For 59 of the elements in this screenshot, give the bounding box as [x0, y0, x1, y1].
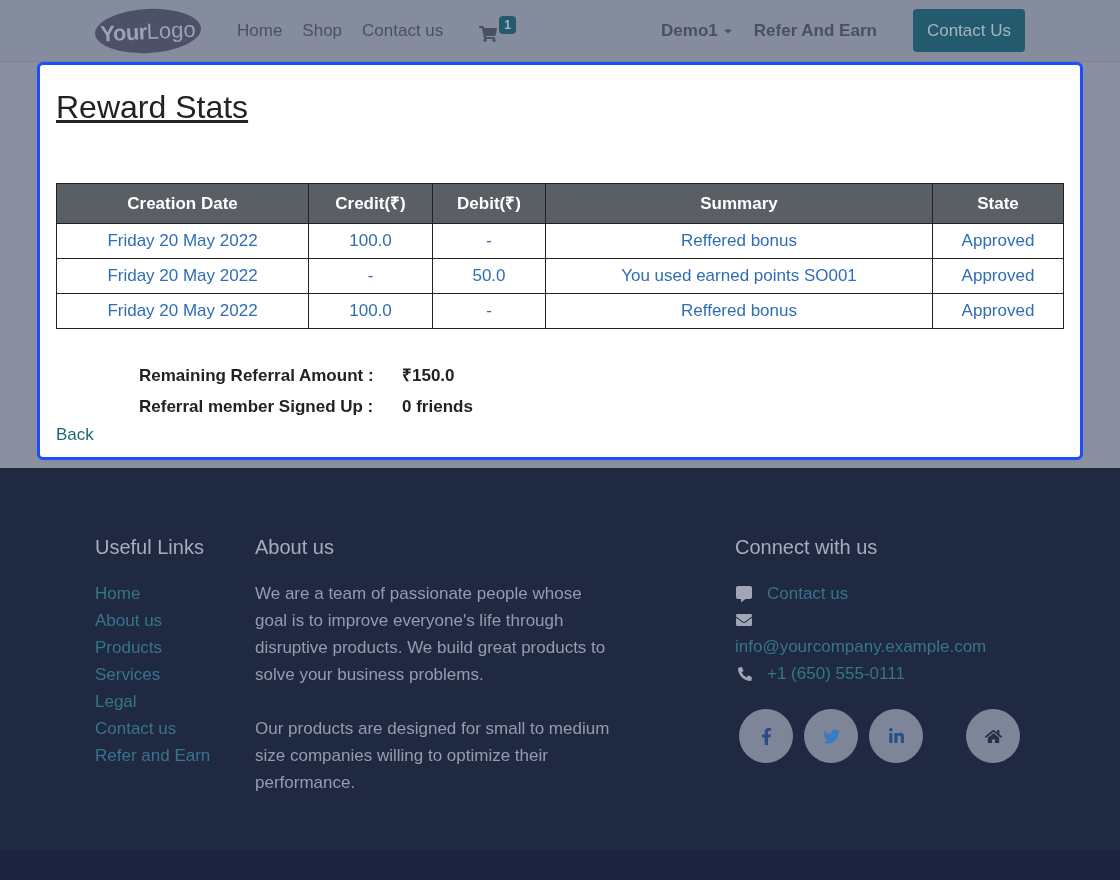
table-cell: Friday 20 May 2022 [56, 223, 309, 259]
column-header: Credit(₹) [308, 183, 433, 224]
column-header: State [932, 183, 1064, 224]
table-cell: 50.0 [432, 258, 546, 294]
table-cell: 100.0 [308, 293, 433, 329]
footer-link[interactable]: Home [95, 580, 255, 607]
footer-link[interactable]: Contact us [95, 715, 255, 742]
about-paragraph: We are a team of passionate people whose goal is to improve everyone's life through disruptive products. We build great products to solve your business problems. [255, 583, 607, 686]
table-cell: - [432, 293, 546, 329]
summary-value: ₹150.0 [402, 365, 455, 387]
table-cell: Approved [932, 258, 1064, 294]
table-cell: You used earned points SO001 [545, 258, 933, 294]
dialog-title: Reward Stats [56, 88, 250, 127]
summary-label: Remaining Referral Amount : [139, 365, 375, 387]
column-header: Creation Date [56, 183, 309, 224]
phone-link[interactable]: +1 (650) 555-0111 [767, 660, 905, 687]
back-link[interactable]: Back [56, 422, 94, 448]
table-cell: Friday 20 May 2022 [56, 258, 309, 294]
summary-label: Referral member Signed Up : [139, 395, 375, 418]
social-button[interactable] [804, 709, 858, 763]
phone-icon [738, 666, 752, 681]
column-header: Summary [545, 183, 933, 224]
nav-link[interactable]: Home [237, 17, 283, 44]
social-button[interactable] [869, 709, 923, 763]
column-header: Debit(₹) [432, 183, 546, 224]
table-cell: Approved [932, 293, 1064, 329]
table-cell: - [432, 223, 546, 259]
contact-button[interactable]: Contact Us [912, 9, 1025, 52]
summary-value: 0 friends [402, 395, 473, 418]
social-button[interactable] [966, 709, 1020, 763]
footer-heading: Connect with us [735, 535, 879, 560]
table-cell: Approved [932, 223, 1064, 259]
cart-count-badge: 1 [499, 15, 516, 34]
table-cell: Reffered bonus [545, 223, 933, 259]
footer-heading: Useful Links [95, 535, 205, 560]
footer-heading: About us [255, 535, 335, 560]
contact-link[interactable]: Contact us [767, 580, 849, 607]
social-button[interactable] [739, 709, 793, 763]
user-menu[interactable]: Demo1 [661, 17, 734, 44]
refer-link[interactable]: Refer And Earn [753, 17, 877, 44]
nav-link[interactable]: Shop [302, 17, 343, 44]
footer-link[interactable]: About us [95, 607, 255, 634]
chat-icon [735, 585, 753, 602]
cart-icon[interactable] [479, 24, 498, 43]
table-cell: - [308, 258, 433, 294]
footer-link[interactable]: Refer and Earn [95, 742, 255, 769]
linkedin-icon [887, 727, 905, 745]
table-cell: Reffered bonus [545, 293, 933, 329]
table-cell: Friday 20 May 2022 [56, 293, 309, 329]
table-cell: 100.0 [308, 223, 433, 259]
home-icon [984, 727, 1002, 745]
footer-link[interactable]: Services [95, 661, 255, 688]
email-link[interactable]: info@yourcompany.example.com [735, 633, 1020, 660]
footer-link[interactable]: Products [95, 634, 255, 661]
nav-link[interactable]: Contact us [362, 17, 444, 44]
bird-icon [822, 727, 840, 745]
about-paragraph: Our products are designed for small to medium size companies willing to optimize their performance. [255, 718, 611, 794]
envelope-icon [735, 612, 753, 628]
footer-link[interactable]: Legal [95, 688, 255, 715]
